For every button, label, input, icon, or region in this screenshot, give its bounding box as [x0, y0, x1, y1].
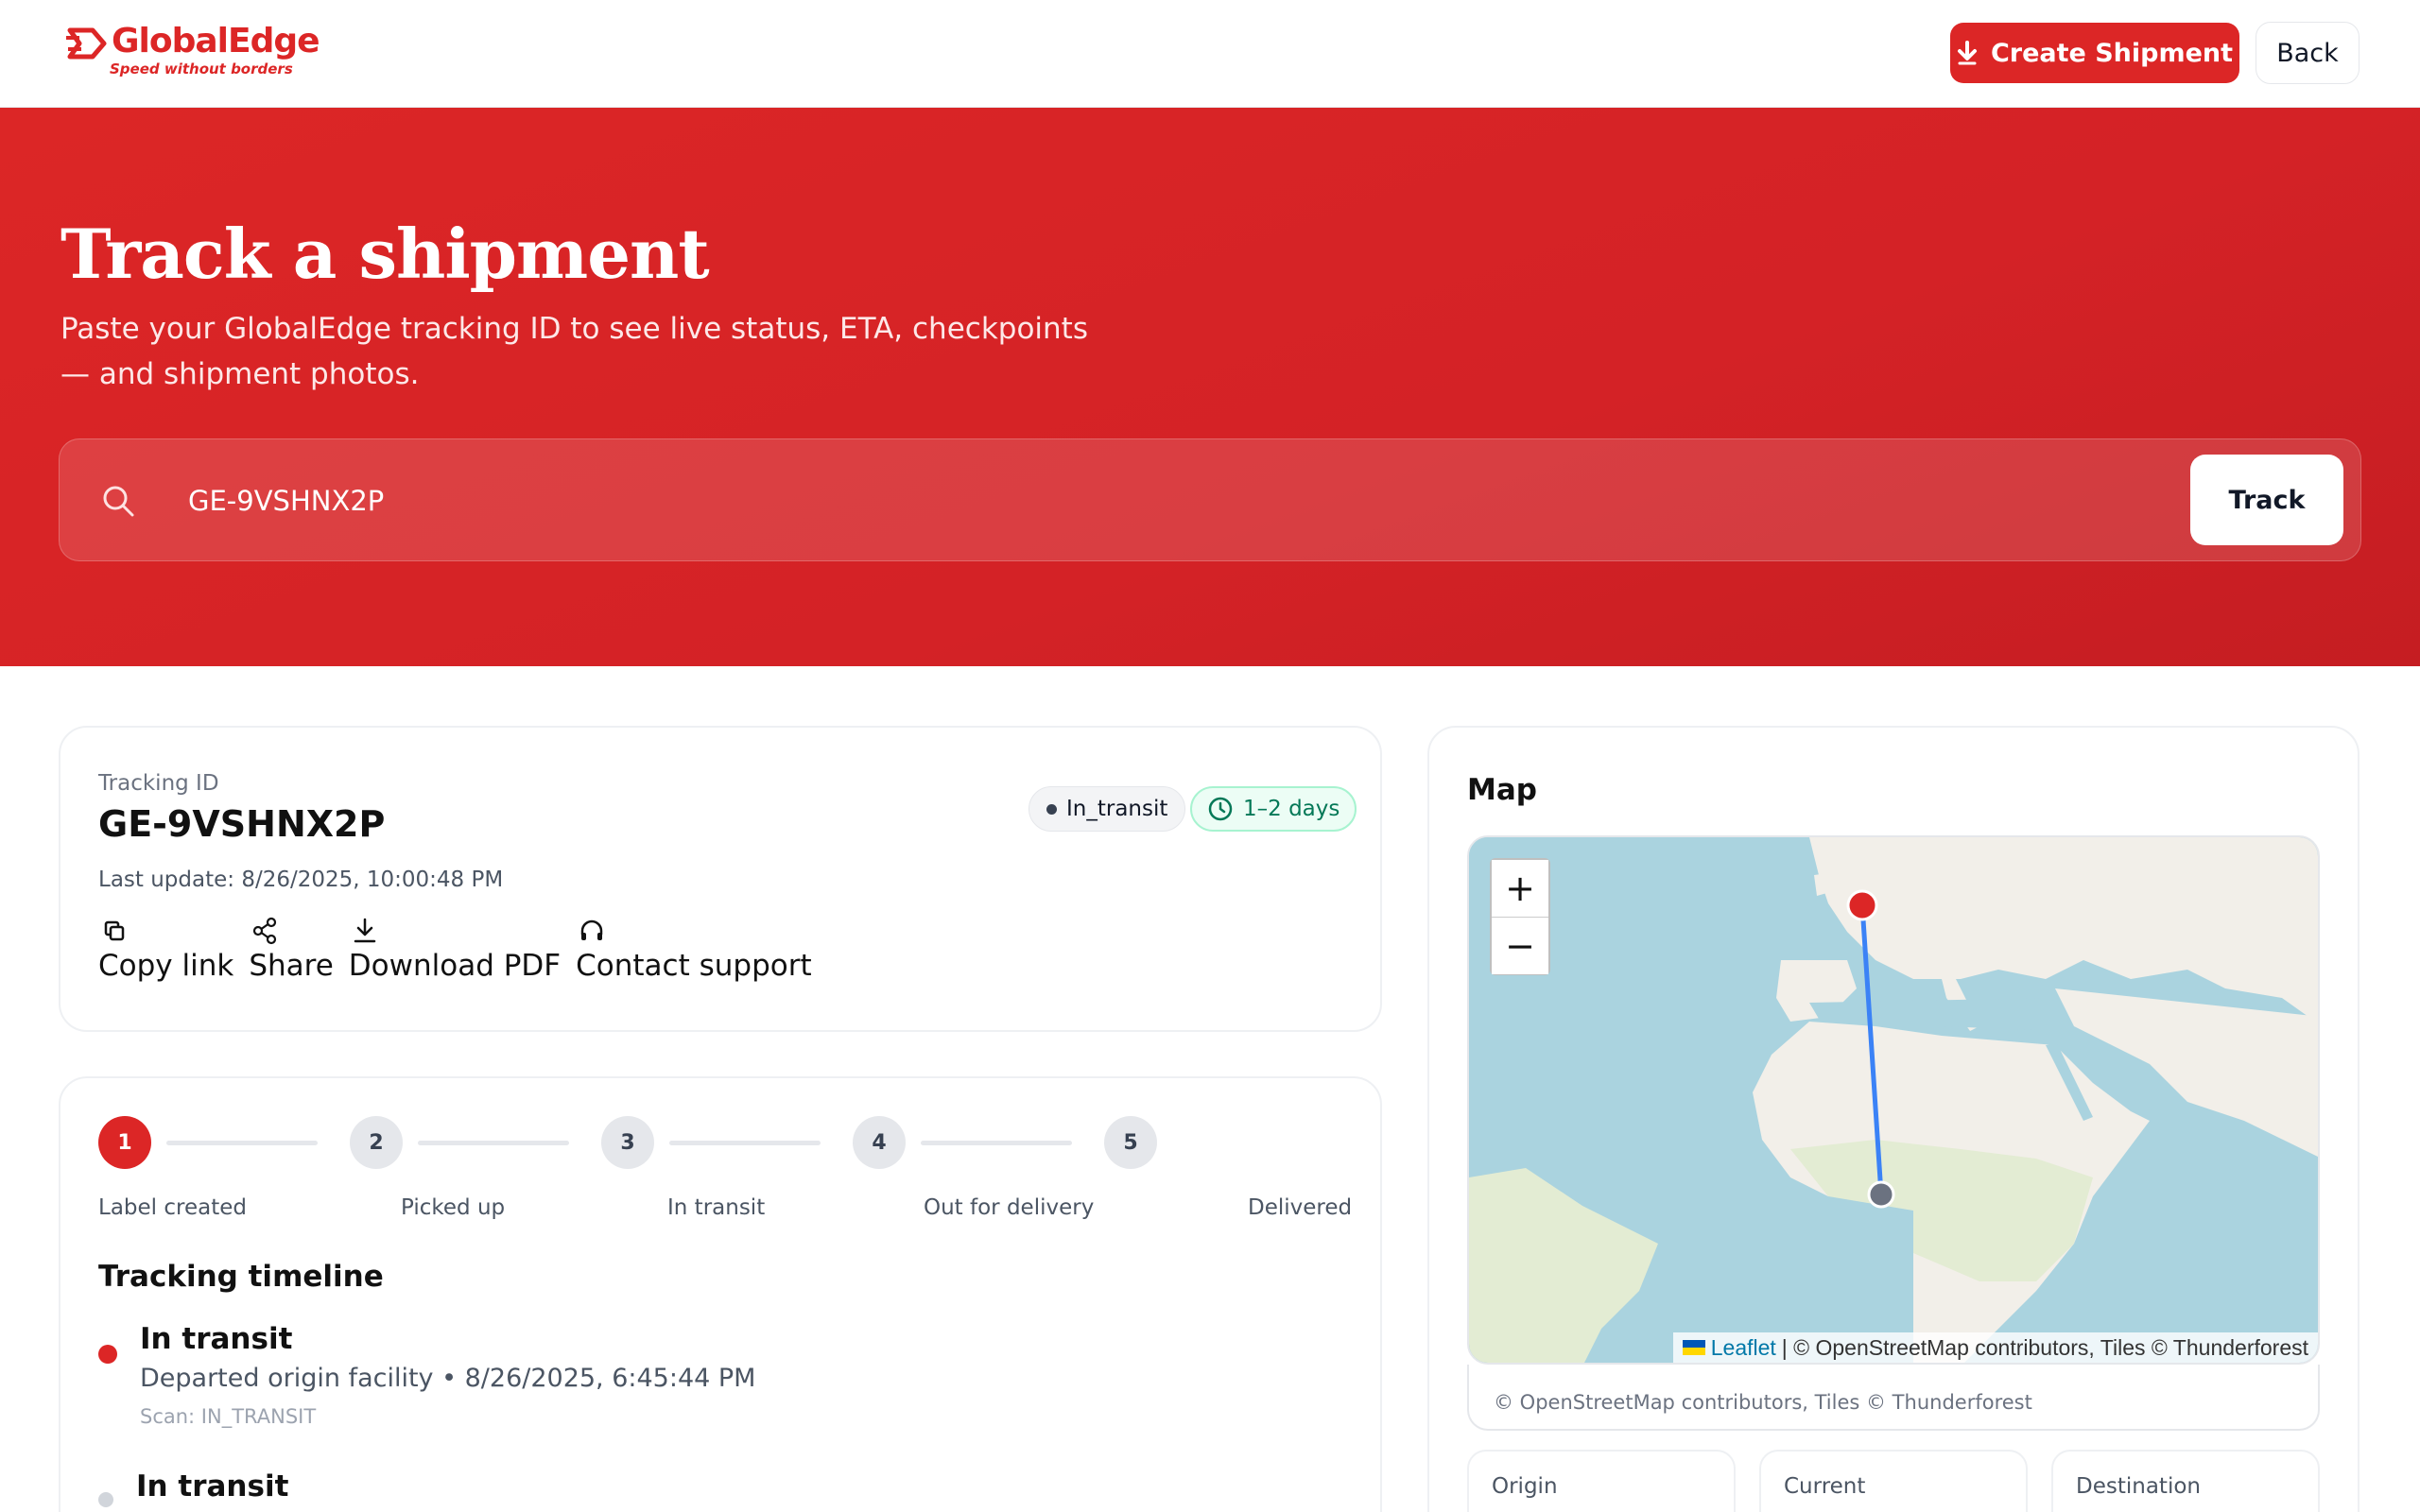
download-arrow-icon: [1957, 41, 1977, 65]
tracking-id-input[interactable]: [188, 475, 1890, 526]
current-location-card: Current: [1759, 1450, 2028, 1512]
map-title: Map: [1467, 773, 1537, 807]
zoom-out-button[interactable]: −: [1492, 918, 1548, 974]
brand-name: GlobalEdge: [112, 22, 320, 60]
progress-stepper: 1 2 3 4 5 Label created Picked up In tra…: [98, 1116, 1352, 1229]
download-pdf-label: Download PDF: [348, 949, 562, 983]
zoom-in-button[interactable]: +: [1492, 860, 1548, 917]
track-button[interactable]: Track: [2190, 455, 2343, 545]
map-zoom-controls: + −: [1490, 858, 1550, 975]
brand-tagline: Speed without borders: [110, 60, 293, 77]
contact-support-label: Contact support: [576, 949, 812, 983]
destination-card: Destination: [2051, 1450, 2320, 1512]
search-icon: [103, 486, 134, 517]
destination-label: Destination: [2076, 1474, 2201, 1499]
tracking-id-value: GE-9VSHNX2P: [98, 803, 386, 845]
current-label: Current: [1784, 1474, 1866, 1499]
tracking-search-bar: Track: [59, 438, 2361, 561]
timeline-event-desc: Departed origin facility • 8/26/2025, 6:…: [140, 1364, 756, 1393]
clock-icon: [1208, 797, 1233, 821]
tracking-id-label: Tracking ID: [98, 771, 219, 796]
share-label: Share: [249, 949, 334, 983]
step-connector: [418, 1141, 569, 1145]
create-shipment-label: Create Shipment: [1990, 38, 2234, 68]
step-3-circle: 3: [601, 1116, 654, 1169]
step-5-label: Delivered: [1248, 1195, 1353, 1220]
copy-link-button[interactable]: Copy link: [98, 917, 233, 983]
share-icon: [253, 917, 277, 945]
timeline-dot-icon: [98, 1492, 113, 1507]
brand-logo[interactable]: GlobalEdge Speed without borders: [66, 21, 320, 77]
step-1-label: Label created: [98, 1195, 247, 1220]
timeline-dot-icon: [98, 1345, 117, 1364]
attribution-text: | © OpenStreetMap contributors, Tiles © …: [1781, 1334, 2308, 1360]
eta-badge: 1–2 days: [1190, 786, 1357, 832]
eta-text: 1–2 days: [1243, 797, 1340, 821]
status-badge-text: In_transit: [1066, 797, 1168, 821]
step-4-circle: 4: [853, 1116, 906, 1169]
map-tiles: [1469, 837, 2318, 1363]
page-title: Track a shipment: [60, 214, 710, 294]
page-subtitle: Paste your GlobalEdge tracking ID to see…: [60, 312, 1088, 391]
step-2-label: Picked up: [401, 1195, 506, 1220]
share-button[interactable]: Share: [249, 917, 334, 983]
step-5-circle: 5: [1104, 1116, 1157, 1169]
step-3-label: In transit: [667, 1195, 766, 1220]
timeline-event-status: In transit: [136, 1469, 289, 1503]
create-shipment-button[interactable]: Create Shipment: [1950, 23, 2239, 83]
origin-label: Origin: [1492, 1474, 1558, 1499]
copy-link-label: Copy link: [98, 949, 234, 983]
origin-card: Origin: [1467, 1450, 1736, 1512]
contact-support-button[interactable]: Contact support: [576, 917, 812, 983]
hero-section: Track a shipment Paste your GlobalEdge t…: [0, 108, 2420, 666]
leaflet-link[interactable]: Leaflet: [1711, 1335, 1776, 1361]
tracking-progress-card: 1 2 3 4 5 Label created Picked up In tra…: [59, 1076, 1382, 1512]
shipment-summary-card: Tracking ID GE-9VSHNX2P Last update: 8/2…: [59, 726, 1382, 1032]
step-connector: [669, 1141, 821, 1145]
headset-icon: [580, 919, 603, 940]
step-connector: [921, 1141, 1072, 1145]
shipment-actions: Copy link Share Download PDF Contact sup…: [98, 917, 812, 983]
logo-mark-icon: [66, 27, 107, 60]
status-dot-icon: [1046, 803, 1057, 815]
timeline-title: Tracking timeline: [98, 1260, 384, 1294]
route-map[interactable]: + − Leaflet | © OpenStreetMap contributo…: [1467, 835, 2320, 1365]
top-bar: GlobalEdge Speed without borders Create …: [0, 0, 2420, 108]
step-1-circle: 1: [98, 1116, 151, 1169]
map-footer: © OpenStreetMap contributors, Tiles © Th…: [1467, 1365, 2320, 1431]
status-badge: In_transit: [1028, 786, 1186, 832]
download-icon: [354, 918, 376, 943]
timeline-event-scan: Scan: IN_TRANSIT: [140, 1405, 317, 1428]
ukraine-flag-icon: [1682, 1340, 1705, 1355]
map-card: Map + − Leaflet | © OpenStreetMap contri…: [1427, 726, 2360, 1512]
step-connector: [166, 1141, 318, 1145]
step-4-label: Out for delivery: [924, 1195, 1095, 1220]
map-attribution: Leaflet | © OpenStreetMap contributors, …: [1672, 1332, 2318, 1363]
timeline-event-status: In transit: [140, 1322, 293, 1356]
download-pdf-button[interactable]: Download PDF: [349, 917, 561, 983]
step-2-circle: 2: [350, 1116, 403, 1169]
copy-icon: [104, 920, 125, 941]
back-button[interactable]: Back: [2256, 22, 2360, 84]
last-update-text: Last update: 8/26/2025, 10:00:48 PM: [98, 868, 504, 892]
